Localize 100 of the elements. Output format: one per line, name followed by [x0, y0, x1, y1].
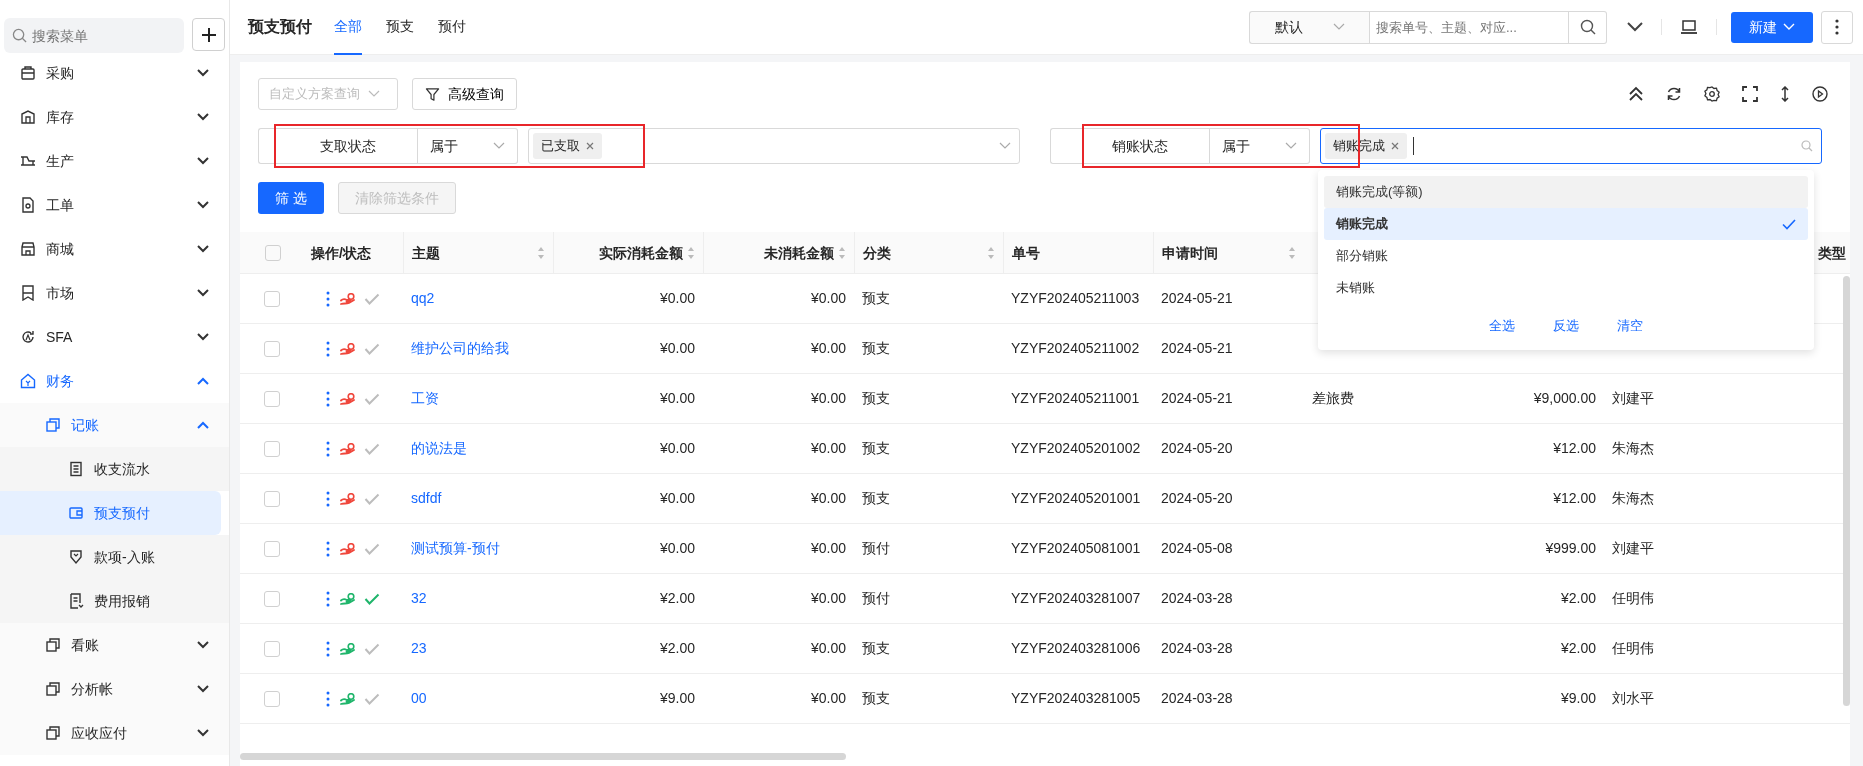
table-cell: ¥0.00: [659, 440, 695, 456]
table-cell: 预支: [862, 490, 890, 506]
operator-select[interactable]: 属于: [1210, 128, 1310, 164]
sidebar-item[interactable]: 分析帐: [0, 667, 229, 711]
tab[interactable]: 预付: [438, 0, 466, 55]
new-button[interactable]: 新建: [1731, 11, 1813, 43]
subject-link[interactable]: 00: [411, 690, 427, 706]
building-icon: [20, 109, 36, 125]
operator-select[interactable]: 属于: [418, 128, 518, 164]
search-button[interactable]: [1569, 10, 1607, 44]
column-header[interactable]: 主题: [412, 232, 545, 274]
table-cell: 2024-05-21: [1161, 340, 1233, 356]
checkbox[interactable]: [264, 591, 280, 608]
dropdown-option[interactable]: 部分销账: [1324, 240, 1808, 272]
column-header[interactable]: 未消耗金额: [764, 232, 846, 274]
sidebar-item[interactable]: 生产: [0, 139, 229, 183]
view-select[interactable]: 默认: [1249, 10, 1369, 44]
download-tray-icon: [68, 549, 84, 565]
cycle-icon: [20, 329, 36, 345]
subject-link[interactable]: 32: [411, 590, 427, 606]
row-menu-button[interactable]: [324, 690, 332, 707]
checkbox[interactable]: [264, 691, 280, 708]
sort-icon: [537, 246, 545, 260]
more-icon: [326, 640, 330, 657]
row-menu-button[interactable]: [324, 490, 332, 507]
subject-link[interactable]: 23: [411, 640, 427, 656]
table-cell: YZYF202405201002: [1011, 440, 1141, 456]
more-icon: [326, 440, 330, 457]
sidebar-item[interactable]: 记账: [0, 403, 229, 447]
subject-link[interactable]: 维护公司的给我: [411, 340, 509, 356]
column-header[interactable]: 分类: [863, 232, 995, 274]
table-cell: YZYF202405211001: [1011, 390, 1140, 406]
subject-link[interactable]: 测试预算-预付: [411, 540, 500, 556]
dropdown-action-link[interactable]: 反选: [1553, 316, 1579, 336]
horizontal-scrollbar[interactable]: [240, 753, 846, 760]
sidebar-item[interactable]: 采购: [0, 51, 229, 95]
chevron-down-icon: [999, 142, 1011, 150]
sidebar-item[interactable]: 商城: [0, 227, 229, 271]
table-cell: 预支: [862, 340, 890, 356]
row-menu-button[interactable]: [324, 340, 332, 357]
sidebar-item[interactable]: 财务: [0, 359, 229, 403]
sidebar-item[interactable]: 看账: [0, 623, 229, 667]
sidebar-item[interactable]: 库存: [0, 95, 229, 139]
chevron-down-icon: [197, 69, 209, 77]
sidebar-item[interactable]: 预支预付: [0, 491, 221, 535]
table-cell: 2024-03-28: [1161, 640, 1233, 656]
checkbox[interactable]: [264, 491, 280, 508]
value-field[interactable]: 销账完成: [1320, 128, 1822, 164]
checkbox[interactable]: [264, 291, 280, 308]
row-menu-button[interactable]: [324, 440, 332, 457]
row-menu-button[interactable]: [324, 390, 332, 407]
subject-link[interactable]: qq2: [411, 290, 435, 306]
row-menu-button[interactable]: [324, 640, 332, 657]
tab[interactable]: 全部: [334, 0, 362, 55]
checkbox[interactable]: [264, 341, 280, 358]
sidebar-item[interactable]: 款项-入账: [0, 535, 229, 579]
checkbox[interactable]: [264, 441, 280, 458]
checkbox[interactable]: [264, 541, 280, 558]
sort-icon: [1288, 246, 1296, 260]
advanced-query-button[interactable]: 高级查询: [412, 78, 517, 110]
filter-button[interactable]: 筛 选: [258, 182, 324, 214]
add-button[interactable]: [192, 18, 225, 51]
tab[interactable]: 预支: [386, 0, 414, 55]
sidebar-item[interactable]: 工单: [0, 183, 229, 227]
sidebar-item[interactable]: 收支流水: [0, 447, 229, 491]
subject-link[interactable]: 的说法是: [411, 440, 467, 456]
dropdown-action-link[interactable]: 清空: [1617, 316, 1643, 336]
table-cell: 2024-03-28: [1161, 690, 1233, 706]
storefront-icon: [20, 241, 36, 257]
subject-link[interactable]: sdfdf: [411, 490, 442, 506]
value-field[interactable]: 已支取: [528, 128, 1020, 164]
dropdown-option[interactable]: 销账完成(等额): [1324, 176, 1808, 208]
plus-icon: [200, 26, 217, 43]
checkbox[interactable]: [265, 245, 281, 261]
dropdown-action-link[interactable]: 全选: [1489, 316, 1515, 336]
vertical-scrollbar[interactable]: [1843, 276, 1850, 706]
sidebar-item[interactable]: SFA: [0, 315, 229, 359]
sidebar-item[interactable]: 市场: [0, 271, 229, 315]
table-cell: 预付: [862, 540, 890, 556]
checkbox[interactable]: [264, 391, 280, 408]
row-menu-button[interactable]: [324, 590, 332, 607]
dropdown-option[interactable]: 销账完成: [1324, 208, 1808, 240]
column-header[interactable]: 申请时间: [1162, 232, 1296, 274]
subject-link[interactable]: 工资: [411, 390, 439, 406]
document-icon: [20, 197, 36, 213]
sidebar-item[interactable]: 应收应付: [0, 711, 229, 755]
sidebar-item[interactable]: 费用报销: [0, 579, 229, 623]
search-field[interactable]: 搜索单号、主题、对应...: [1369, 10, 1569, 44]
row-menu-button[interactable]: [324, 290, 332, 307]
receipt-icon: [68, 593, 84, 609]
row-menu-button[interactable]: [324, 540, 332, 557]
column-header[interactable]: 实际消耗金额: [599, 232, 695, 274]
checkbox[interactable]: [264, 641, 280, 658]
value-tag: 已支取: [533, 133, 602, 159]
table-cell: YZYF202405211003: [1011, 290, 1140, 306]
dropdown-option[interactable]: 未销账: [1324, 272, 1808, 304]
table-cell: 2024-05-08: [1161, 540, 1233, 556]
chevron-down-icon: [197, 113, 209, 121]
chevron-down-icon: [1285, 142, 1297, 150]
menu-search-field[interactable]: 搜索菜单: [4, 18, 184, 53]
